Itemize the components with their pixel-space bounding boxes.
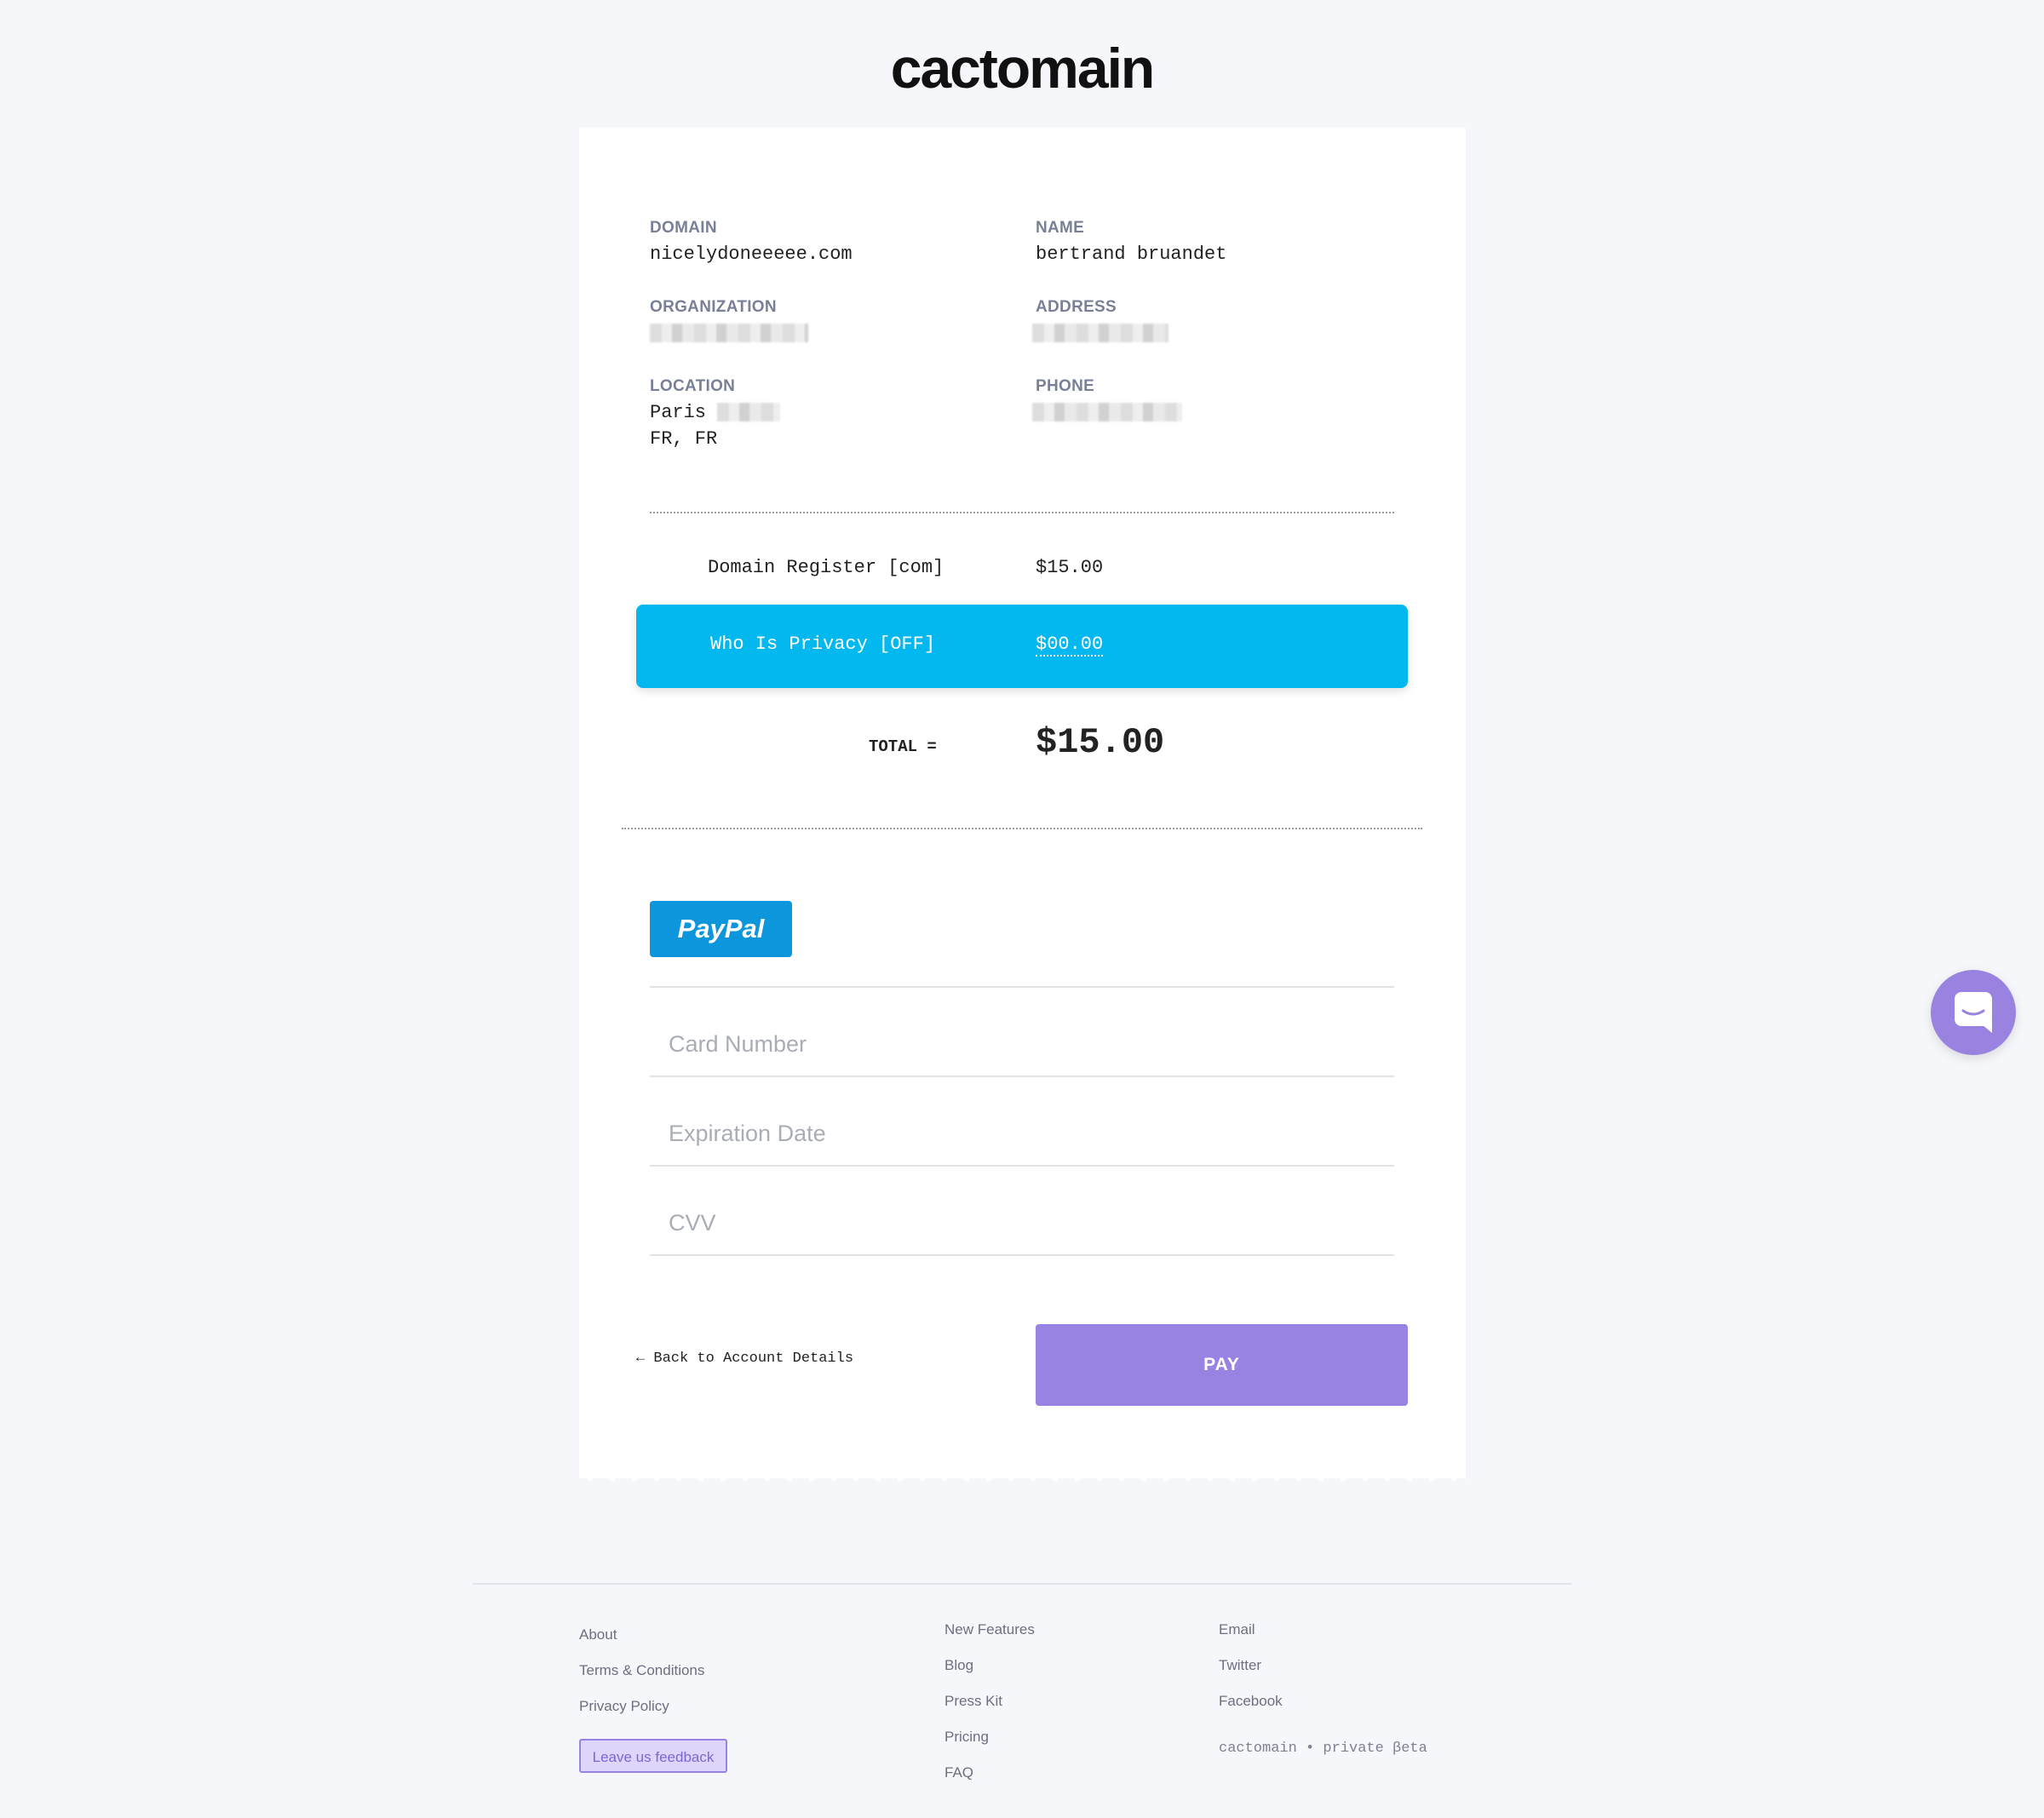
location-label: LOCATION bbox=[650, 377, 736, 395]
cactomain-logo[interactable]: cactomain bbox=[0, 36, 2044, 100]
name-value: bertrand bruandet bbox=[1036, 244, 1227, 265]
footer-link-email[interactable]: Email bbox=[1219, 1621, 1255, 1638]
address-label: ADDRESS bbox=[1036, 298, 1117, 316]
order-divider bbox=[622, 828, 1422, 829]
phone-redacted bbox=[1032, 403, 1182, 422]
expiration-date-input[interactable] bbox=[650, 1108, 1394, 1159]
leave-feedback-button[interactable]: Leave us feedback bbox=[579, 1739, 727, 1773]
domain-field: DOMAIN nicelydoneeeee.com bbox=[650, 219, 853, 267]
name-label: NAME bbox=[1036, 219, 1085, 237]
organization-field: ORGANIZATION bbox=[650, 298, 808, 347]
footer-link-facebook[interactable]: Facebook bbox=[1219, 1693, 1283, 1710]
whois-privacy-label: Who Is Privacy [OFF] bbox=[710, 634, 936, 655]
whois-privacy-price[interactable]: $00.00 bbox=[1036, 634, 1104, 657]
footer-link-blog[interactable]: Blog bbox=[944, 1657, 973, 1674]
phone-label: PHONE bbox=[1036, 377, 1095, 395]
item-domain-register-price: $15.00 bbox=[1036, 557, 1104, 578]
address-field: ADDRESS bbox=[1032, 298, 1168, 347]
address-redacted bbox=[1032, 324, 1168, 343]
domain-value: nicelydoneeeee.com bbox=[650, 244, 853, 265]
location-city: Paris bbox=[650, 402, 707, 423]
phone-field: PHONE bbox=[1032, 377, 1182, 426]
organization-redacted bbox=[650, 324, 808, 343]
input-divider bbox=[650, 986, 1394, 988]
footer-link-faq[interactable]: FAQ bbox=[944, 1764, 973, 1781]
input-divider bbox=[650, 1254, 1394, 1256]
pay-button[interactable]: PAY bbox=[1036, 1324, 1408, 1406]
location-country: FR, FR bbox=[650, 428, 718, 450]
chat-launcher-button[interactable] bbox=[1931, 970, 2016, 1055]
paypal-button[interactable]: PayPal bbox=[650, 901, 792, 957]
back-to-account-link[interactable]: ← Back to Account Details bbox=[636, 1351, 853, 1367]
card-number-input[interactable] bbox=[650, 1018, 1394, 1070]
footer-link-new-features[interactable]: New Features bbox=[944, 1621, 1035, 1638]
footer-link-privacy[interactable]: Privacy Policy bbox=[579, 1698, 669, 1715]
total-value: $15.00 bbox=[1036, 722, 1165, 763]
item-domain-register-label: Domain Register [com] bbox=[708, 557, 944, 578]
footer-link-twitter[interactable]: Twitter bbox=[1219, 1657, 1261, 1674]
details-divider bbox=[650, 512, 1394, 513]
name-field: NAME bertrand bruandet bbox=[1036, 219, 1226, 267]
organization-label: ORGANIZATION bbox=[650, 298, 777, 316]
total-label: TOTAL = bbox=[869, 737, 937, 756]
footer-link-pricing[interactable]: Pricing bbox=[944, 1729, 989, 1746]
cvv-input[interactable] bbox=[650, 1197, 1394, 1248]
domain-label: DOMAIN bbox=[650, 219, 717, 237]
input-divider bbox=[650, 1075, 1394, 1077]
footer-link-about[interactable]: About bbox=[579, 1626, 617, 1643]
whois-privacy-row[interactable]: Who Is Privacy [OFF] $00.00 bbox=[636, 605, 1408, 688]
location-field: LOCATION Paris FR, FR bbox=[650, 377, 781, 452]
input-divider bbox=[650, 1165, 1394, 1167]
footer-link-press-kit[interactable]: Press Kit bbox=[944, 1693, 1002, 1710]
receipt-bottom-edge bbox=[579, 1466, 1466, 1482]
chat-icon bbox=[1955, 992, 1992, 1033]
private-beta-note: cactomain • private βeta bbox=[1219, 1741, 1427, 1757]
footer-link-terms[interactable]: Terms & Conditions bbox=[579, 1662, 704, 1679]
footer-divider bbox=[473, 1583, 1572, 1585]
location-redacted bbox=[717, 403, 781, 422]
